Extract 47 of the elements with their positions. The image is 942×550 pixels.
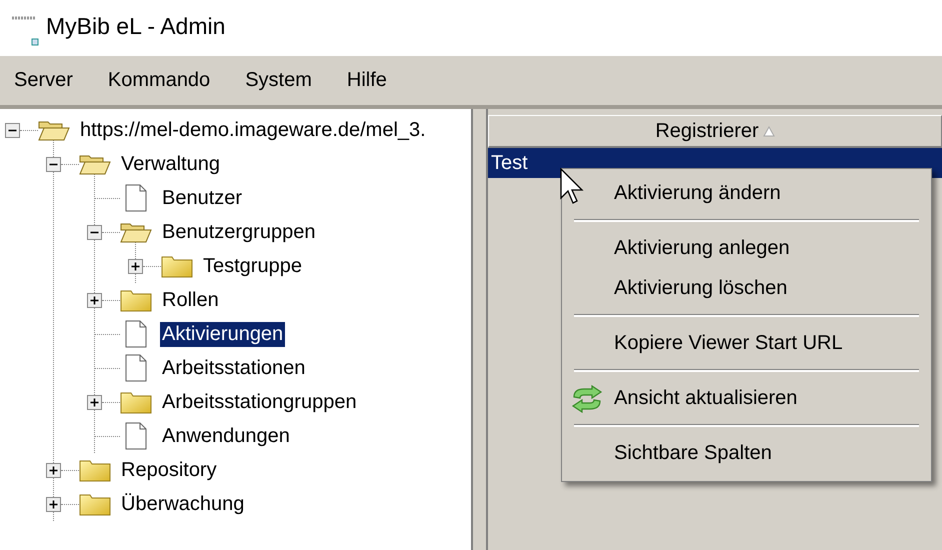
menu-item[interactable]: Hilfe [346, 69, 387, 92]
expand-button[interactable] [46, 462, 61, 478]
tree-item[interactable]: https://mel-demo.imageware.de/mel_3. [78, 118, 428, 142]
tree-item[interactable]: Anwendungen [160, 424, 292, 448]
mouse-cursor-icon [560, 168, 586, 206]
tree-item[interactable]: Benutzergruppen [160, 220, 318, 244]
context-menu-item[interactable]: Aktivierung anlegen [562, 228, 931, 268]
column-header[interactable]: Registrierer [488, 115, 942, 148]
folder-icon [79, 458, 111, 482]
tree-item[interactable]: Benutzer [160, 186, 244, 210]
context-menu-item[interactable]: Kopiere Viewer Start URL [562, 323, 931, 363]
open-folder-icon [38, 119, 70, 141]
tree-item[interactable]: Aktivierungen [160, 322, 286, 346]
folder-icon [120, 390, 152, 414]
expand-button[interactable] [87, 394, 102, 410]
collapse-button[interactable] [5, 122, 20, 138]
window-title: MyBib eL - Admin [46, 12, 226, 40]
collapse-button[interactable] [87, 224, 102, 240]
folder-icon [79, 492, 111, 516]
open-folder-icon [79, 153, 111, 175]
refresh-icon [570, 385, 604, 413]
tree-item[interactable]: Arbeitsstationgruppen [160, 390, 359, 414]
menu-item[interactable]: Server [14, 69, 73, 92]
menu-item[interactable]: Kommando [108, 69, 210, 92]
folder-icon [161, 254, 193, 278]
column-title: Registrierer [655, 120, 759, 142]
tree-item[interactable]: Testgruppe [201, 254, 304, 278]
expand-button[interactable] [46, 496, 61, 512]
context-menu-item[interactable]: Sichtbare Spalten [562, 433, 931, 473]
expand-button[interactable] [128, 258, 143, 274]
tree-item[interactable]: Rollen [160, 288, 221, 312]
open-folder-icon [120, 221, 152, 243]
document-icon [125, 320, 147, 348]
document-icon [125, 422, 147, 450]
tree-item[interactable]: Verwaltung [119, 152, 222, 176]
table-cell: Test [491, 152, 528, 174]
menu-item[interactable]: System [245, 69, 312, 92]
tree-item[interactable]: Arbeitsstationen [160, 356, 308, 380]
collapse-button[interactable] [46, 156, 61, 172]
document-icon [125, 184, 147, 212]
tree-item[interactable]: Überwachung [119, 492, 246, 516]
document-icon [125, 354, 147, 382]
tree-item[interactable]: Repository [119, 458, 219, 482]
context-menu-item[interactable]: Ansicht aktualisieren [562, 378, 931, 418]
context-menu-item[interactable]: Aktivierung löschen [562, 268, 931, 308]
expand-button[interactable] [87, 292, 102, 308]
folder-icon [120, 288, 152, 312]
